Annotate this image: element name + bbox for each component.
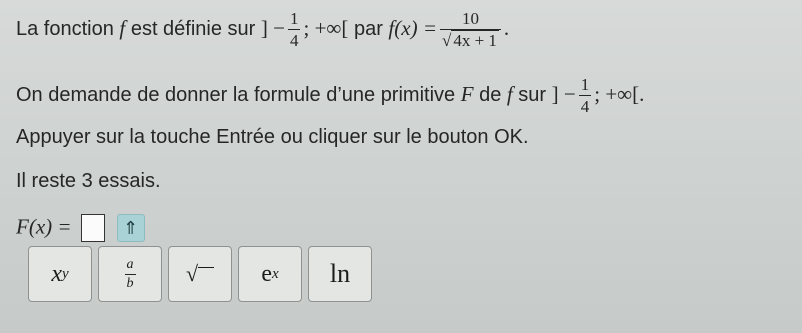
sqrt-symbol: √ — [441, 31, 452, 50]
sqrt-content: 4x + 1 — [451, 30, 499, 50]
ln-key[interactable]: ln — [308, 246, 372, 302]
function-fraction: 10 √ 4x + 1 — [439, 9, 501, 50]
mid-text: est définie sur — [125, 17, 261, 40]
ln-label: ln — [329, 259, 351, 288]
power-key[interactable]: xy — [28, 246, 92, 302]
answer-row: F(x) = ⇑ — [16, 214, 145, 242]
function-numerator: 10 — [461, 9, 479, 28]
arrow-up-button[interactable]: ⇑ — [116, 214, 145, 242]
fx-label: f(x) = — [388, 15, 437, 40]
answer-label: F(x) = — [16, 214, 72, 239]
sur-text: sur — [512, 83, 552, 106]
power-base: x — [51, 260, 62, 287]
fraction-key[interactable]: ab — [98, 246, 162, 302]
exp-key[interactable]: ex — [238, 246, 302, 302]
quarter-fraction: 14 — [287, 9, 301, 50]
quarter-fraction-2: 14 — [578, 75, 592, 116]
math-keyboard: xy ab √ ex ln — [28, 246, 378, 302]
fraction-numerator-2: 1 — [580, 75, 590, 94]
interval-open-2: ] − — [551, 81, 576, 106]
F-symbol: F — [460, 81, 474, 106]
fraction-numerator: 1 — [289, 9, 299, 28]
attempts-remaining: Il reste 3 essais. — [16, 170, 161, 192]
power-exponent: y — [61, 265, 69, 282]
fraction-key-numerator: a — [126, 256, 134, 272]
par-text: par — [348, 17, 389, 40]
function-definition: La fonction f est définie sur ] −1 4; +∞[… — [16, 9, 510, 50]
end-dot: . — [503, 15, 510, 40]
function-denominator: √ 4x + 1 — [439, 29, 501, 50]
question-intro: On demande de donner la formule d’une pr… — [16, 83, 461, 106]
interval-close-2: ; +∞[. — [594, 81, 645, 106]
fraction-denominator: 4 — [287, 29, 301, 50]
fraction-key-denominator: b — [124, 273, 136, 291]
question-text: On demande de donner la formule d’une pr… — [16, 76, 644, 115]
sqrt-key-symbol: √ — [185, 261, 199, 286]
answer-input[interactable] — [81, 214, 106, 242]
sqrt-key-bar — [198, 266, 215, 268]
intro-text: La fonction — [16, 17, 120, 40]
interval-close: ; +∞[ — [303, 15, 349, 40]
interval-open: ] − — [260, 15, 285, 40]
exp-exponent: x — [271, 265, 279, 282]
sqrt-key[interactable]: √ — [168, 246, 232, 302]
fraction-icon: ab — [124, 256, 136, 291]
de-text: de — [473, 83, 507, 106]
fraction-denominator-2: 4 — [578, 95, 592, 116]
exp-base: e — [261, 260, 272, 287]
instruction-text: Appuyer sur la touche Entrée ou cliquer … — [16, 126, 529, 148]
